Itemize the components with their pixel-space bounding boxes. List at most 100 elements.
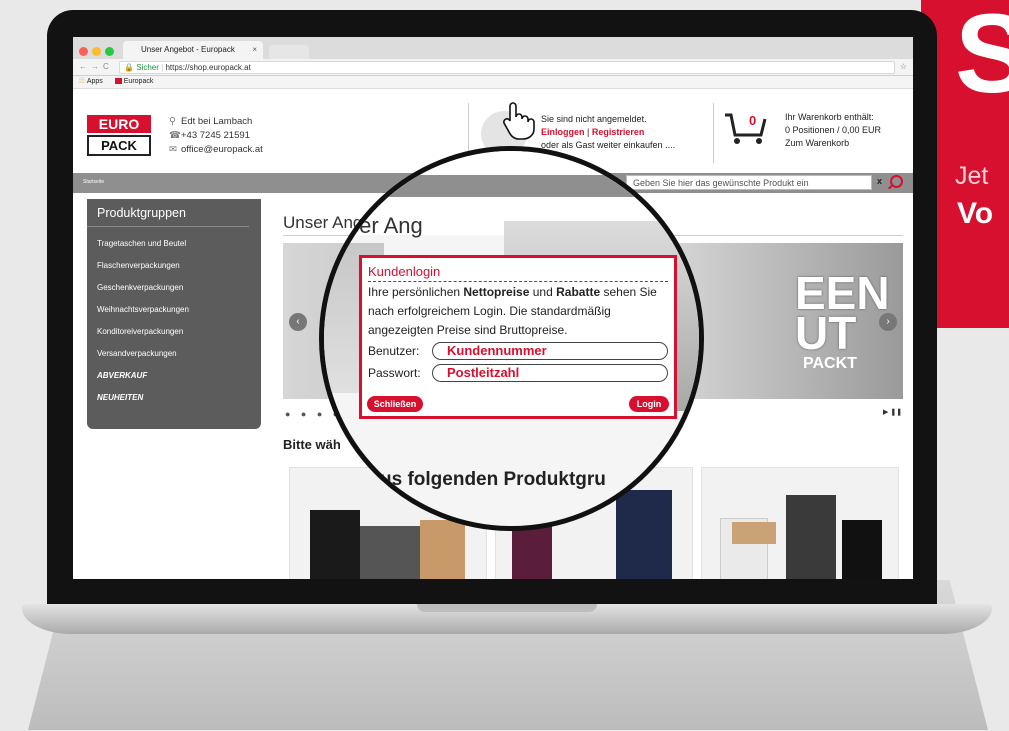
logo-bottom: PACK <box>87 135 151 156</box>
sidebar-item-konditorei[interactable]: Konditoreiverpackungen <box>87 321 261 343</box>
lock-icon: 🔒 <box>124 63 134 72</box>
sidebar-item-weihnachten[interactable]: Weihnachtsverpackungen <box>87 299 261 321</box>
sidebar-item-flaschen[interactable]: Flaschenverpackungen <box>87 255 261 277</box>
dialog-text-nettopreise: Nettopreise <box>463 285 530 299</box>
login-button[interactable]: Login <box>629 396 669 412</box>
product-image <box>310 510 360 579</box>
nav-buttons[interactable]: ←→C <box>79 59 113 75</box>
login-status: Sie sind nicht angemeldet. Einloggen | R… <box>541 113 675 152</box>
dialog-description: Ihre persönlichen Nettopreise und Rabatt… <box>368 283 668 340</box>
cart-link[interactable]: Zum Warenkorb <box>785 137 881 150</box>
minimize-window-icon[interactable] <box>92 47 101 56</box>
url-text: https://shop.europack.at <box>165 63 251 72</box>
password-row: Passwort: Postleitzahl <box>368 362 668 384</box>
maximize-window-icon[interactable] <box>105 47 114 56</box>
address-bar: ←→C 🔒 Sicher | https://shop.europack.at … <box>73 59 913 76</box>
phone-icon: ☎ <box>169 130 181 141</box>
close-button[interactable]: Schließen <box>367 396 423 412</box>
slider-subline: PACKT <box>803 355 857 372</box>
email-line[interactable]: ✉ office@europack.at <box>169 143 263 157</box>
slider-play-pause[interactable]: ▶ ❚❚ <box>883 408 902 416</box>
slider-prev-button[interactable]: ‹ <box>289 313 307 331</box>
lens-section-title: us folgenden Produktgru <box>380 469 606 490</box>
new-tab-button[interactable] <box>269 45 309 59</box>
section-title: Bitte wäh <box>283 437 341 452</box>
tab-close-icon[interactable]: × <box>252 41 257 59</box>
mail-icon: ✉ <box>169 144 177 155</box>
cart-label: Ihr Warenkorb enthält: <box>785 112 874 122</box>
phone-line: ☎+43 7245 21591 <box>169 129 263 143</box>
slider-next-button[interactable]: › <box>879 313 897 331</box>
customer-login-dialog: Kundenlogin Ihre persönlichen Nettopreis… <box>359 255 677 419</box>
promo-line-2: Vo <box>957 197 994 230</box>
login-link-separator: | <box>584 127 592 137</box>
contact-info: ⚲ Edt bei Lambach ☎+43 7245 21591 ✉ office… <box>169 115 263 157</box>
close-window-icon[interactable] <box>79 47 88 56</box>
bookmark-apps-label: Apps <box>86 78 103 85</box>
logo-top: EURO <box>87 115 151 133</box>
product-image <box>420 520 465 579</box>
username-input[interactable]: Kundennummer <box>432 342 668 360</box>
product-image <box>786 495 836 579</box>
sidebar-item-abverkauf[interactable]: ABVERKAUF <box>87 365 261 387</box>
sidebar-item-neuheiten[interactable]: NEUHEITEN <box>87 387 261 409</box>
slider-headline-2: UT <box>795 307 857 359</box>
header-divider <box>713 103 714 163</box>
laptop-base <box>22 604 992 634</box>
location-text: Edt bei Lambach <box>181 116 253 127</box>
slider-headline: EEN UT <box>795 270 890 359</box>
bookmark-apps[interactable]: ⁞⁞⁞ Apps <box>79 78 103 85</box>
promo-big-letter: S <box>955 0 1009 116</box>
apps-grid-icon: ⁞⁞⁞ <box>79 78 85 85</box>
europack-favicon-icon <box>114 78 122 85</box>
email-text: office@europack.at <box>181 144 263 155</box>
cart-icon[interactable] <box>723 111 767 145</box>
dialog-title: Kundenlogin <box>368 263 668 282</box>
cart-info: Ihr Warenkorb enthält: 0 Positionen / 0,… <box>785 111 881 150</box>
lens-page-title: Unser Ang <box>320 213 423 238</box>
hand-cursor-icon <box>503 102 535 140</box>
url-field[interactable]: 🔒 Sicher | https://shop.europack.at <box>119 61 895 74</box>
map-pin-icon: ⚲ <box>169 116 176 127</box>
magnifier-lens: Unser Ang us folgenden Produktgru Kunden… <box>319 146 704 531</box>
username-row: Benutzer: Kundennummer <box>368 340 668 362</box>
breadcrumb[interactable]: Startseite <box>83 179 104 185</box>
location-line: ⚲ Edt bei Lambach <box>169 115 263 129</box>
dialog-text-c: und <box>529 285 557 299</box>
username-label: Benutzer: <box>368 344 420 358</box>
product-card-geschenk[interactable] <box>701 467 899 579</box>
lens-nav-strip <box>324 175 699 197</box>
bookmark-europack-label: Europack <box>123 78 154 85</box>
product-group-sidebar: Produktgruppen Tragetaschen und Beutel F… <box>87 199 261 429</box>
tab-title: Unser Angebot - Europack <box>141 45 235 54</box>
promo-line-1: Jet <box>955 162 989 190</box>
sidebar-item-versand[interactable]: Versandverpackungen <box>87 343 261 365</box>
search-icon[interactable] <box>890 175 903 188</box>
cart-summary: 0 Positionen / 0,00 EUR <box>785 125 882 135</box>
dialog-text-rabatte: Rabatte <box>556 285 601 299</box>
login-link[interactable]: Einloggen <box>541 127 585 137</box>
product-image <box>360 526 420 579</box>
bookmark-europack[interactable]: Europack <box>114 78 154 85</box>
sidebar-item-geschenk[interactable]: Geschenkverpackungen <box>87 277 261 299</box>
password-input[interactable]: Postleitzahl <box>432 364 668 382</box>
login-links: Einloggen | Registrieren <box>541 126 675 139</box>
password-label: Passwort: <box>368 366 421 380</box>
sidebar-title: Produktgruppen <box>87 199 249 227</box>
bookmarks-bar: ⁞⁞⁞ Apps Europack <box>73 76 913 89</box>
europack-logo[interactable]: EURO PACK <box>87 115 151 156</box>
laptop-notch <box>417 604 597 612</box>
browser-tab[interactable]: Unser Angebot - Europack × <box>123 41 263 59</box>
dialog-text-a: Ihre persönlichen <box>368 285 464 299</box>
product-image <box>616 490 672 579</box>
cart-count-badge: 0 <box>749 113 757 128</box>
product-image <box>842 520 882 579</box>
sidebar-item-tragetaschen[interactable]: Tragetaschen und Beutel <box>87 233 261 255</box>
product-image <box>732 522 776 544</box>
bookmark-star-icon[interactable]: ☆ <box>900 59 907 75</box>
login-status-text: Sie sind nicht angemeldet. <box>541 114 647 124</box>
secure-label: Sicher <box>136 63 159 72</box>
register-link[interactable]: Registrieren <box>592 127 645 137</box>
phone-text: +43 7245 21591 <box>181 130 250 141</box>
search-clear-icon[interactable]: x <box>877 176 882 186</box>
